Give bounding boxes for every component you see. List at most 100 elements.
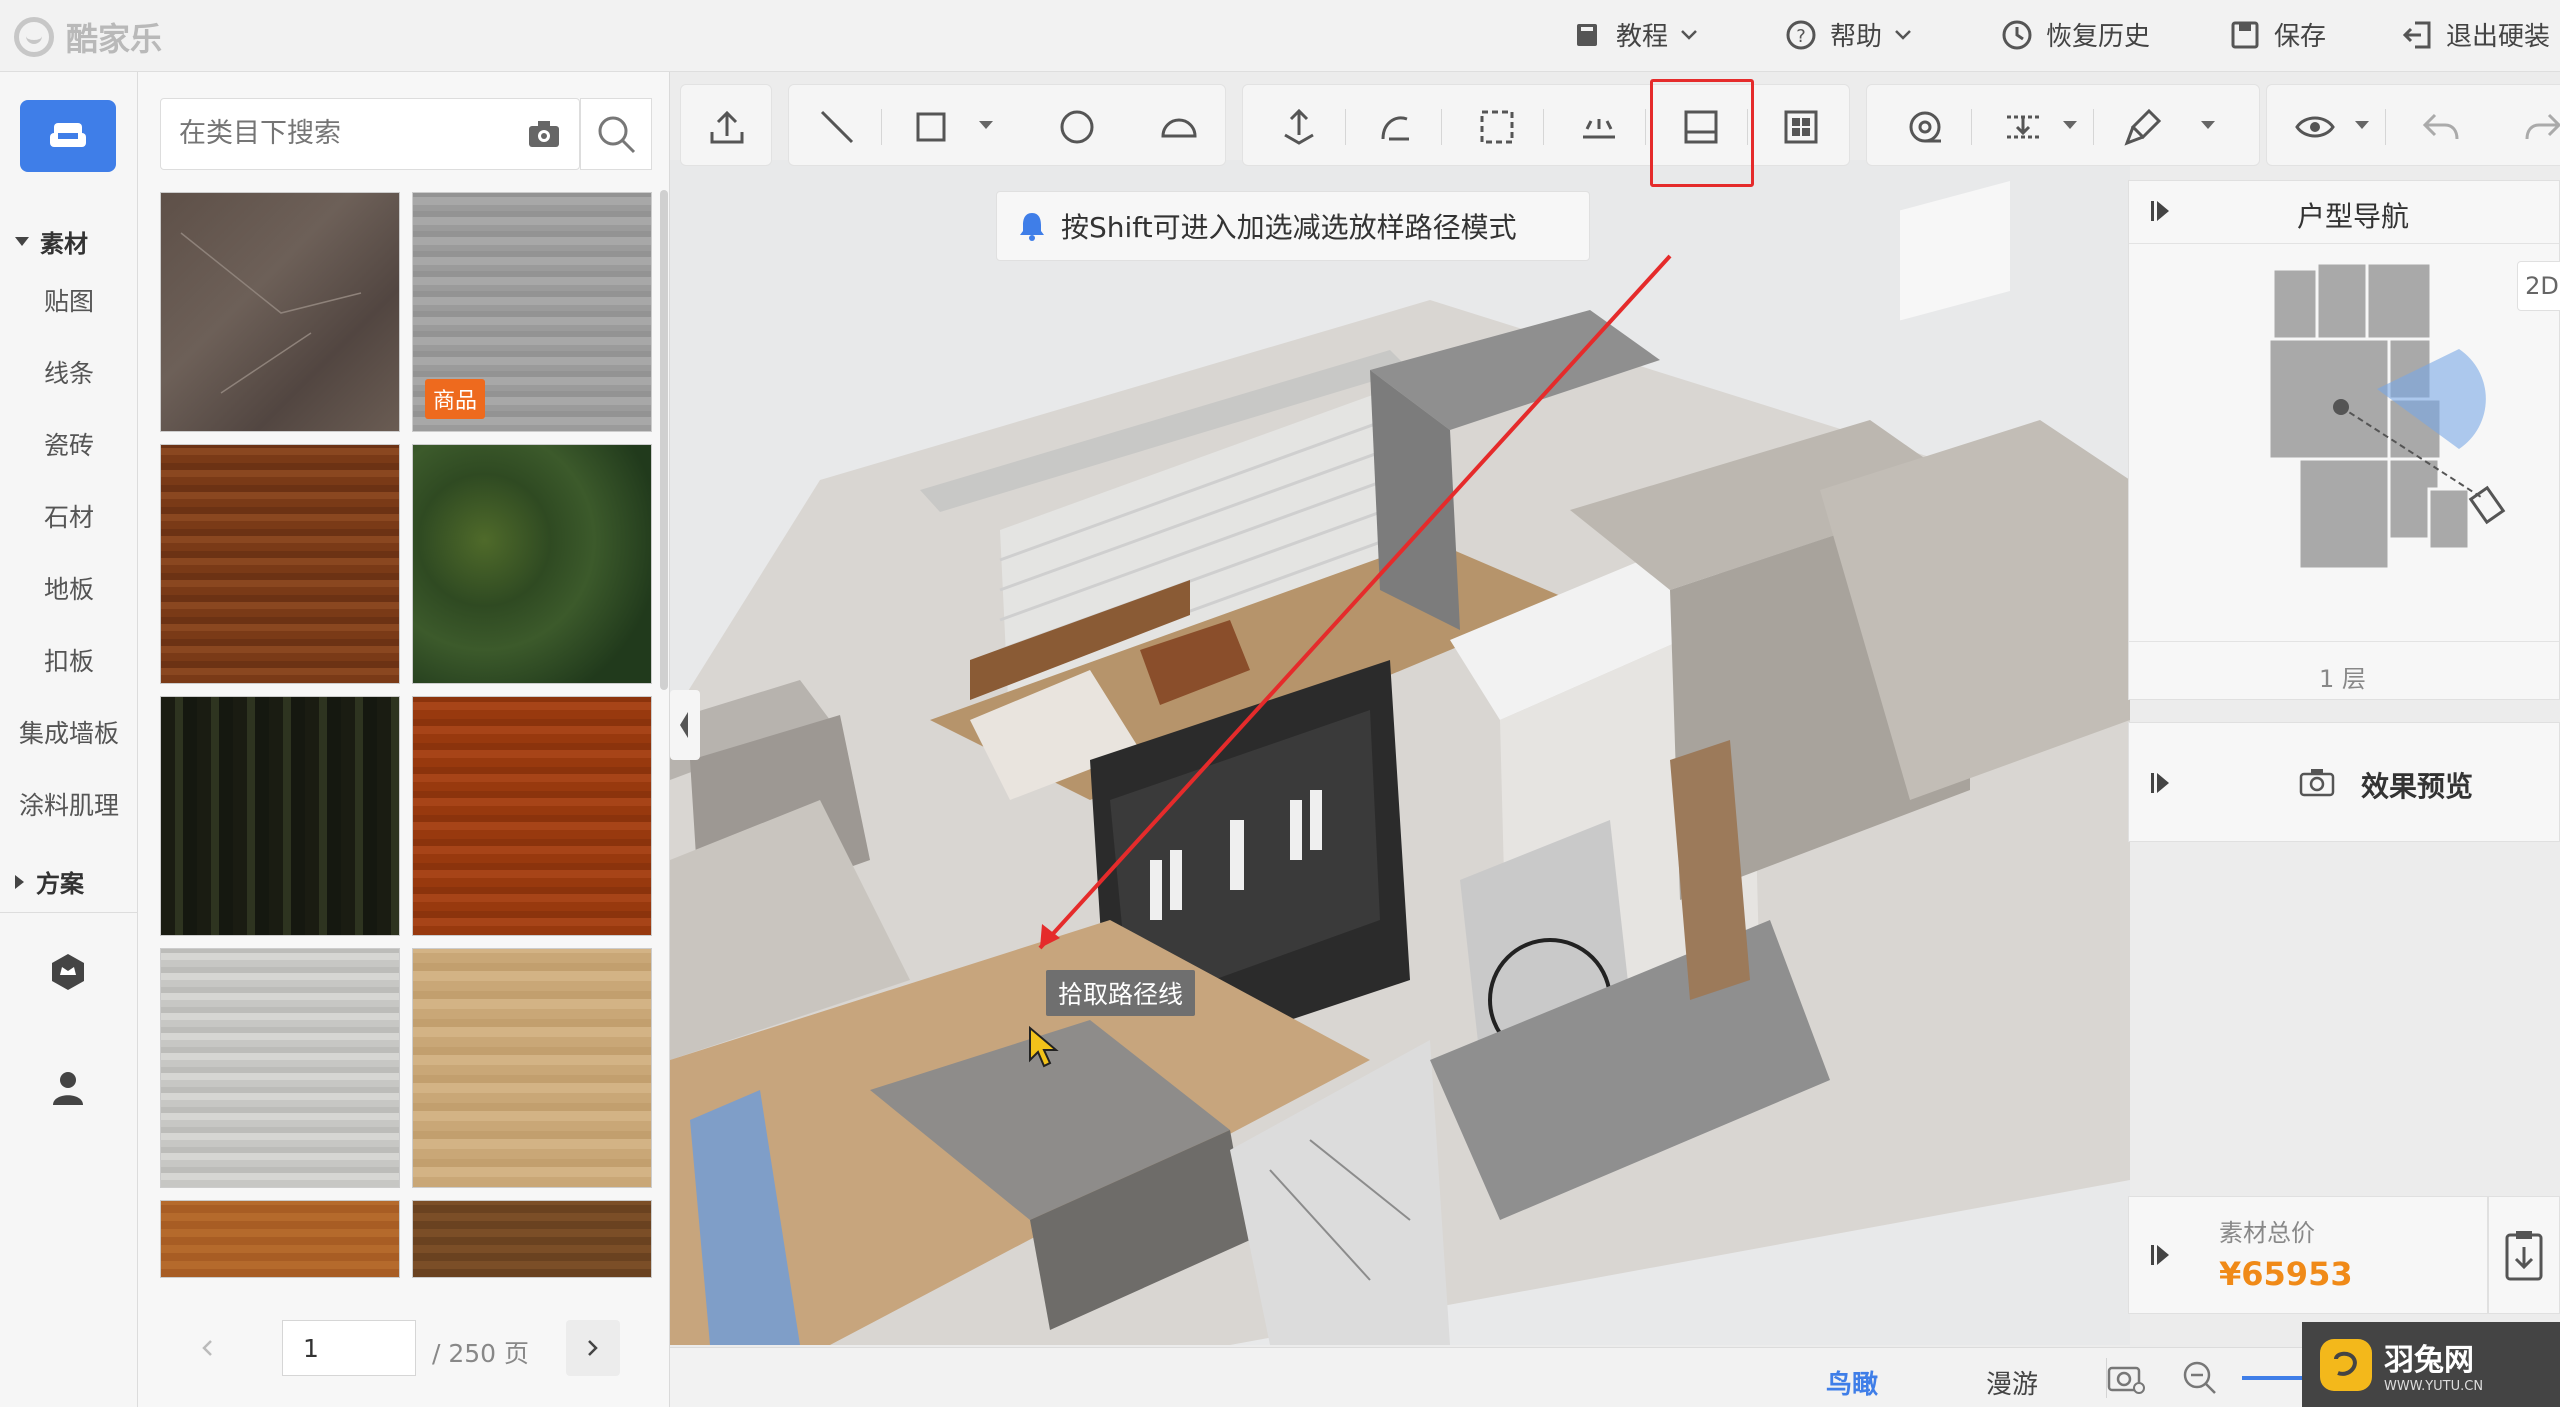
render-preview-panel[interactable]: 效果预览 [2128, 722, 2560, 842]
rectangle-tool-button[interactable] [909, 105, 953, 149]
vip-icon[interactable] [48, 952, 88, 992]
light-strip-button[interactable] [1577, 105, 1621, 149]
rail-item-texture[interactable]: 贴图 [0, 282, 138, 318]
circle-icon [1060, 110, 1094, 144]
collapse-nav-button[interactable] [2149, 199, 2171, 223]
material-tile-green-cork[interactable] [412, 444, 652, 684]
material-tile-wood-red[interactable] [160, 444, 400, 684]
rail-item-wall-board[interactable]: 集成墙板 [0, 714, 138, 750]
next-page-button[interactable] [566, 1320, 620, 1376]
tab-roam[interactable]: 漫游 [1986, 1364, 2038, 1401]
zoom-out-button[interactable] [2182, 1360, 2218, 1396]
grid-pattern-button[interactable] [1779, 105, 1823, 149]
page-number-input[interactable] [282, 1320, 416, 1376]
user-icon[interactable] [48, 1068, 88, 1108]
section-plan[interactable]: 方案 [14, 864, 84, 899]
floorplan-minimap[interactable] [2259, 259, 2519, 579]
book-icon [1570, 18, 1604, 52]
top-bar: 酷家乐 教程 ? 帮助 恢复历史 保存 退出硬装 [0, 0, 2560, 72]
tab-birdview[interactable]: 鸟瞰 [1826, 1364, 1878, 1401]
material-tile-wood-light[interactable] [412, 948, 652, 1188]
collapse-icon [2151, 201, 2169, 221]
3d-viewport[interactable] [670, 160, 2130, 1345]
floorplan-3d-render [670, 180, 2130, 1345]
caret-right-icon [15, 874, 24, 889]
caret-down-icon [15, 236, 29, 246]
preview-title: 效果预览 [2361, 770, 2474, 803]
extrude-button[interactable] [1277, 105, 1321, 149]
toolbar-separator [1971, 109, 1972, 145]
save-button[interactable]: 保存 [2228, 16, 2326, 53]
material-tile-dark-bark[interactable] [160, 696, 400, 936]
section-material[interactable]: 素材 [14, 224, 88, 259]
undo-icon [2422, 113, 2459, 140]
restore-history-button[interactable]: 恢复历史 [2000, 16, 2150, 53]
visibility-dropdown-caret[interactable] [2355, 121, 2369, 129]
measure-button[interactable] [1903, 105, 1947, 149]
price-label: 素材总价 [2219, 1219, 2315, 1247]
grid-icon [1784, 110, 1818, 144]
chevron-right-icon [588, 1340, 598, 1356]
align-icon [2007, 115, 2039, 139]
redo-button[interactable] [2521, 105, 2560, 149]
chevron-down-icon [1681, 29, 1697, 40]
app-name: 酷家乐 [66, 20, 163, 58]
camera-icon[interactable] [527, 119, 561, 149]
panel-scrollbar[interactable] [660, 190, 668, 690]
light-strip-icon [1583, 119, 1615, 139]
rail-item-line[interactable]: 线条 [0, 354, 138, 390]
material-tile-wood-white[interactable] [160, 948, 400, 1188]
material-tile-wood-grey[interactable]: 商品 [412, 192, 652, 432]
rail-item-floor[interactable]: 地板 [0, 570, 138, 606]
sweep-button[interactable] [1373, 105, 1417, 149]
toolbar-group-tools [1866, 84, 2260, 166]
material-tile-marble-brown[interactable] [160, 192, 400, 432]
brush-button[interactable] [2121, 105, 2165, 149]
camera-icon [2299, 767, 2335, 797]
material-home-button[interactable] [20, 100, 116, 172]
floor-label[interactable]: 1 层 [2319, 659, 2366, 694]
arc-tool-button[interactable] [1157, 105, 1201, 149]
upload-icon [710, 110, 744, 144]
2d-mode-button[interactable]: 2D [2517, 261, 2560, 311]
redo-icon [2525, 113, 2560, 140]
help-label: 帮助 [1830, 22, 1883, 52]
screenshot-button[interactable] [2106, 1360, 2146, 1396]
rail-item-stone[interactable]: 石材 [0, 498, 138, 534]
material-tile-wood-walnut[interactable] [412, 1200, 652, 1278]
exit-button[interactable]: 退出硬装 [2400, 16, 2550, 53]
svg-text:?: ? [1796, 26, 1806, 47]
product-badge: 商品 [425, 379, 486, 419]
collapse-preview-button[interactable] [2149, 771, 2171, 795]
search-input[interactable] [179, 113, 479, 153]
export-list-button[interactable] [2488, 1196, 2560, 1314]
sofa-icon [50, 123, 86, 147]
undo-button[interactable] [2419, 105, 2463, 149]
prev-page-button[interactable] [190, 1323, 224, 1373]
tutorial-menu[interactable]: 教程 [1570, 16, 1698, 53]
rail-item-panel[interactable]: 扣板 [0, 642, 138, 678]
upload-button[interactable] [705, 105, 749, 149]
rail-item-paint[interactable]: 涂料肌理 [0, 786, 138, 822]
brush-dropdown-caret[interactable] [2201, 121, 2215, 129]
select-area-button[interactable] [1475, 105, 1519, 149]
toolbar-group-upload [680, 84, 772, 166]
circle-tool-button[interactable] [1055, 105, 1099, 149]
align-button[interactable] [2001, 105, 2045, 149]
search-button[interactable] [580, 98, 652, 170]
bell-icon [1020, 213, 1044, 241]
watermark-text: 羽兔网 [2384, 1343, 2474, 1378]
restore-history-label: 恢复历史 [2046, 22, 2151, 52]
app-logo[interactable]: 酷家乐 [14, 14, 162, 60]
help-menu[interactable]: ? 帮助 [1784, 16, 1912, 53]
collapse-price-button[interactable] [2149, 1243, 2171, 1267]
align-dropdown-caret[interactable] [2063, 121, 2077, 129]
tape-measure-icon [1909, 111, 1941, 143]
rectangle-dropdown-caret[interactable] [979, 121, 993, 129]
rail-item-tile[interactable]: 瓷砖 [0, 426, 138, 462]
line-tool-button[interactable] [815, 105, 859, 149]
material-tile-wood-orange[interactable] [412, 696, 652, 936]
material-tile-wood-amber[interactable] [160, 1200, 400, 1278]
visibility-button[interactable] [2293, 105, 2337, 149]
page-total: / 250 页 [432, 1339, 530, 1368]
